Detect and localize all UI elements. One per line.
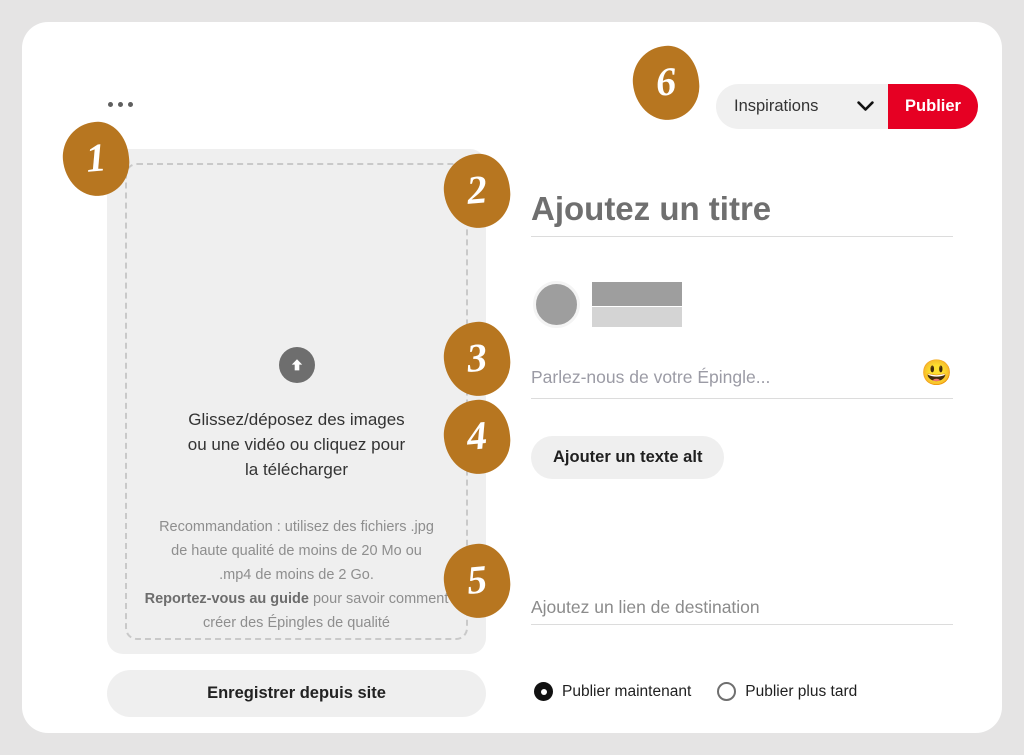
radio-publish-now-label: Publier maintenant: [562, 682, 692, 700]
upload-arrow-icon: [278, 347, 315, 383]
avatar: [533, 281, 580, 328]
board-select-value: Inspirations: [734, 97, 819, 115]
upload-dropzone[interactable]: Glissez/déposez des images ou une vidéo …: [107, 149, 486, 654]
radio-selected-icon: [534, 682, 553, 701]
chevron-down-icon: [852, 101, 878, 112]
description-input[interactable]: [531, 358, 909, 396]
upload-guide-text: Reportez-vous au guide pour savoir comme…: [135, 587, 458, 635]
radio-publish-later[interactable]: Publier plus tard: [717, 682, 857, 701]
upload-primary-text: Glissez/déposez des images ou une vidéo …: [187, 410, 406, 479]
author-name-bar: [592, 282, 682, 306]
author-row: [533, 281, 682, 328]
emoji-picker-icon[interactable]: 😃: [921, 361, 952, 386]
ellipsis-dot: [108, 101, 113, 107]
radio-unselected-icon: [717, 682, 737, 701]
board-select[interactable]: Inspirations: [716, 84, 888, 129]
author-name-placeholder: [592, 282, 682, 327]
radio-publish-later-label: Publier plus tard: [745, 682, 858, 700]
author-handle-bar: [592, 307, 682, 327]
pin-builder-card: Inspirations Publier Glissez/déposez des…: [22, 22, 1002, 733]
ellipsis-dot: [128, 101, 133, 107]
upload-guide-link[interactable]: Reportez-vous au guide: [145, 591, 309, 607]
schedule-radio-group: Publier maintenant Publier plus tard: [534, 682, 857, 701]
ellipsis-icon[interactable]: [108, 96, 142, 112]
save-from-site-button[interactable]: Enregistrer depuis site: [107, 670, 486, 717]
add-alt-text-button[interactable]: Ajouter un texte alt: [531, 436, 725, 479]
destination-link-input[interactable]: [531, 590, 953, 625]
upload-recommendation-text: Recommandation : utilisez des fichiers .…: [159, 519, 434, 583]
publish-button[interactable]: Publier: [888, 84, 978, 129]
title-input[interactable]: [531, 182, 953, 237]
ellipsis-dot: [118, 101, 123, 107]
description-underline: [531, 398, 953, 399]
radio-publish-now[interactable]: Publier maintenant: [534, 682, 691, 701]
